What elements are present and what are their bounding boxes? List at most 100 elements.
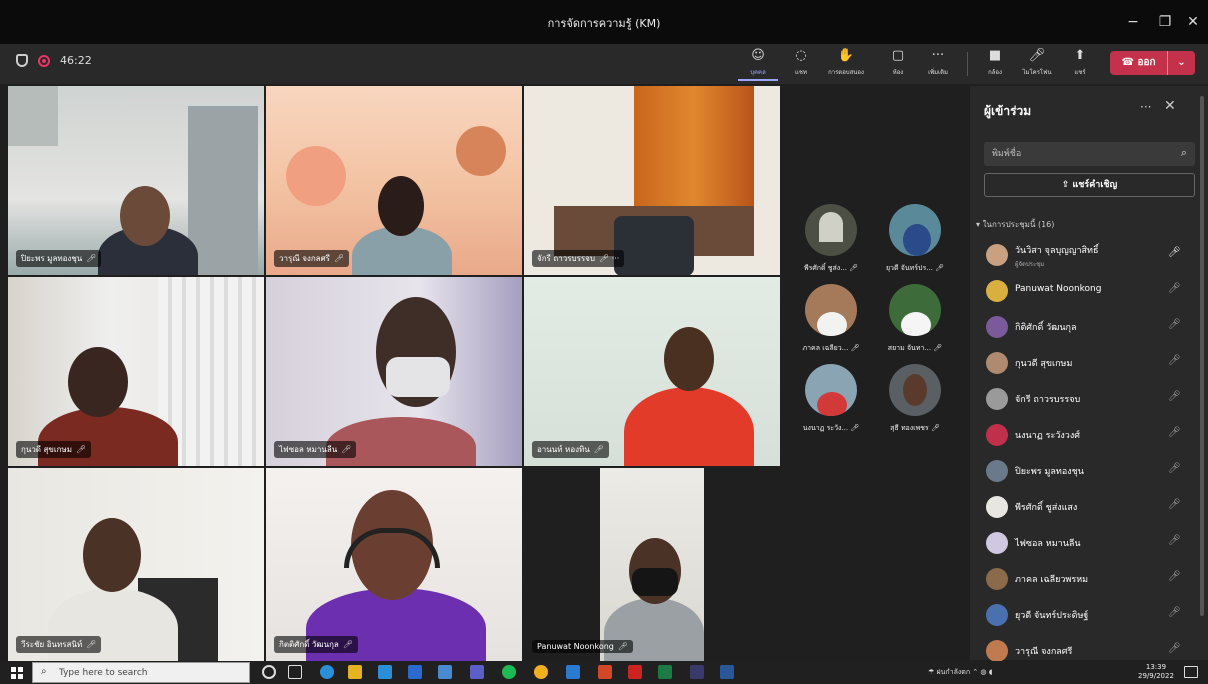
more-button[interactable]: ··· เพิ่มเติม: [918, 46, 958, 82]
mic-off-icon[interactable]: 🎤︎: [1168, 283, 1181, 294]
video-tile[interactable]: วารุณี จงกลศรี 🎤︎: [266, 86, 522, 275]
file-explorer-icon[interactable]: [348, 665, 362, 679]
mic-off-icon[interactable]: 🎤︎: [1168, 391, 1181, 402]
meeting-toolbar: 46:22 ☺ บุคคล ◌ แชท ✋ การตอบสนอง ▢ ห้อง …: [0, 44, 1208, 84]
search-input[interactable]: [992, 146, 1162, 162]
app-icon[interactable]: [438, 665, 452, 679]
mic-off-icon[interactable]: 🎤︎: [1168, 427, 1181, 438]
video-tile[interactable]: กิตติศักดิ์ วัฒนกุล 🎤︎: [266, 468, 522, 661]
video-tile[interactable]: วีระชัย อินทรสนิท์ 🎤︎: [8, 468, 264, 661]
avatar: [986, 280, 1008, 302]
participant-search[interactable]: ⌕: [984, 142, 1195, 166]
list-item[interactable]: กิติศักดิ์ วัฒนกุล 🎤︎: [970, 310, 1198, 346]
list-item[interactable]: ปิยะพร มูลทองชุน 🎤︎: [970, 454, 1198, 490]
share-button[interactable]: ⬆ แชร์: [1060, 46, 1100, 82]
chevron-up-icon[interactable]: ⌃: [972, 668, 978, 676]
gallery-participant[interactable]: สุธี ทองเพชร 🎤︎: [875, 364, 955, 434]
edge-icon[interactable]: [320, 665, 334, 679]
share-invite-button[interactable]: ⇪ แชร์คำเชิญ: [984, 173, 1195, 197]
taskbar-clock[interactable]: 13:39 29/9/2022: [1138, 663, 1174, 681]
mic-off-icon[interactable]: 🎤︎: [1168, 499, 1181, 510]
mic-off-icon[interactable]: 🎤︎: [1168, 607, 1181, 618]
mail-icon[interactable]: [408, 665, 422, 679]
mic-off-icon: 🎤︎: [850, 344, 860, 352]
gallery-participant[interactable]: สยาม จันทา... 🎤︎: [875, 284, 955, 354]
mic-off-icon[interactable]: 🎤︎: [1168, 463, 1181, 474]
gallery-participant[interactable]: พีรศักดิ์ ชูส่ง... 🎤︎: [791, 204, 871, 274]
taskbar-search-input[interactable]: [59, 666, 239, 680]
mic-icon[interactable]: 🎤︎: [1168, 247, 1181, 258]
word-icon[interactable]: [720, 665, 734, 679]
camera-button[interactable]: ■ กล้อง: [975, 46, 1015, 82]
more-icon[interactable]: ···: [1140, 100, 1151, 114]
video-tile[interactable]: อานนท์ หองทิน 🎤︎: [524, 277, 780, 466]
gallery-participant[interactable]: ภาคล เฉลียว... 🎤︎: [791, 284, 871, 354]
mic-off-icon: 🎤︎: [617, 642, 629, 651]
rooms-button[interactable]: ▢ ห้อง: [878, 46, 918, 82]
task-view-icon[interactable]: [288, 665, 302, 679]
list-item[interactable]: ไฟซอล หมานลีน 🎤︎: [970, 526, 1198, 562]
gallery-participant[interactable]: ยุวดี จันทร์ปร... 🎤︎: [875, 204, 955, 274]
mic-off-icon[interactable]: 🎤︎: [1168, 319, 1181, 330]
mic-off-icon: 🎤︎: [333, 254, 345, 263]
spotify-icon[interactable]: [502, 665, 516, 679]
avatar: [986, 568, 1008, 590]
mic-off-icon[interactable]: 🎤︎: [1168, 355, 1181, 366]
gallery-participant[interactable]: นงนาฏ ระวัง... 🎤︎: [791, 364, 871, 434]
list-item[interactable]: จักรี ถาวรบรรจบ 🎤︎: [970, 382, 1198, 418]
taskbar-search[interactable]: ⌕: [32, 662, 250, 683]
reactions-button[interactable]: ✋ การตอบสนอง: [826, 46, 866, 82]
scrollbar[interactable]: [1200, 96, 1204, 616]
windows-start-icon[interactable]: [11, 667, 23, 679]
powerpoint-icon[interactable]: [598, 665, 612, 679]
mic-button[interactable]: 🎤︎ ไมโครโฟน: [1017, 46, 1057, 82]
chrome-icon[interactable]: [534, 665, 548, 679]
cortana-icon[interactable]: [262, 665, 276, 679]
app-icon[interactable]: [566, 665, 580, 679]
window-title: การจัดการความรู้ (KM): [547, 17, 661, 30]
mic-icon: 🎤︎: [1028, 48, 1046, 63]
acrobat-icon[interactable]: [628, 665, 642, 679]
leave-button[interactable]: ☎ ออก ⌄: [1110, 51, 1195, 75]
list-item[interactable]: กุนวดี สุขเกษม 🎤︎: [970, 346, 1198, 382]
close-icon[interactable]: ✕: [1164, 98, 1176, 114]
close-icon[interactable]: ✕: [1178, 10, 1208, 34]
mic-off-icon[interactable]: 🎤︎: [1168, 643, 1181, 654]
avatar: [986, 460, 1008, 482]
list-item[interactable]: วันวิสา จุลบุญญาสิทธิ์ ผู้จัดประชุม 🎤︎: [970, 238, 1198, 274]
section-header[interactable]: ▾ ในการประชุมนี้ (16): [976, 218, 1054, 231]
video-tile[interactable]: ไฟซอล หมานลีน 🎤︎: [266, 277, 522, 466]
video-tile[interactable]: Panuwat Noonkong 🎤︎: [524, 468, 780, 661]
volume-icon[interactable]: ◖: [989, 668, 993, 676]
mic-off-icon[interactable]: 🎤︎: [1168, 535, 1181, 546]
share-icon: ⬆: [1074, 48, 1086, 63]
mic-off-icon[interactable]: 🎤︎: [1168, 571, 1181, 582]
list-item[interactable]: ยุวดี จันทร์ประดิษฐ์ 🎤︎: [970, 598, 1198, 634]
avatar: [986, 496, 1008, 518]
app-icon[interactable]: [690, 665, 704, 679]
video-tile[interactable]: กุนวดี สุขเกษม 🎤︎: [8, 277, 264, 466]
teams-icon[interactable]: [470, 665, 484, 679]
list-item[interactable]: นงนาฏ ระวังวงศ์ 🎤︎: [970, 418, 1198, 454]
store-icon[interactable]: [378, 665, 392, 679]
mic-off-icon: 🎤︎: [933, 344, 943, 352]
list-item[interactable]: ภาคล เฉลียวพรหม 🎤︎: [970, 562, 1198, 598]
avatar: [889, 364, 941, 416]
list-item[interactable]: Panuwat Noonkong 🎤︎: [970, 274, 1198, 310]
participant-name-tag: Panuwat Noonkong 🎤︎: [532, 640, 634, 653]
video-tile[interactable]: ปิยะพร มูลทองชุน 🎤︎: [8, 86, 264, 275]
teams-meeting-window: การจัดการความรู้ (KM) − ❐ ✕ 46:22 ☺ บุคค…: [0, 0, 1208, 684]
notification-icon[interactable]: [1184, 666, 1198, 678]
people-button[interactable]: ☺ บุคคล: [738, 46, 778, 82]
maximize-icon[interactable]: ❐: [1150, 10, 1180, 34]
chat-button[interactable]: ◌ แชท: [781, 46, 821, 82]
chevron-down-icon[interactable]: ⌄: [1168, 51, 1195, 75]
video-tile[interactable]: จักรี ถาวรบรรจบ 🎤︎ ···: [524, 86, 780, 275]
network-icon[interactable]: ◍: [980, 668, 986, 676]
list-item[interactable]: พีรศักดิ์ ชูส่งแสง 🎤︎: [970, 490, 1198, 526]
chat-icon: ◌: [795, 48, 807, 63]
minimize-icon[interactable]: −: [1118, 10, 1148, 34]
search-icon: ⌕: [41, 666, 47, 677]
excel-icon[interactable]: [658, 665, 672, 679]
search-icon: ⌕: [1180, 146, 1187, 159]
